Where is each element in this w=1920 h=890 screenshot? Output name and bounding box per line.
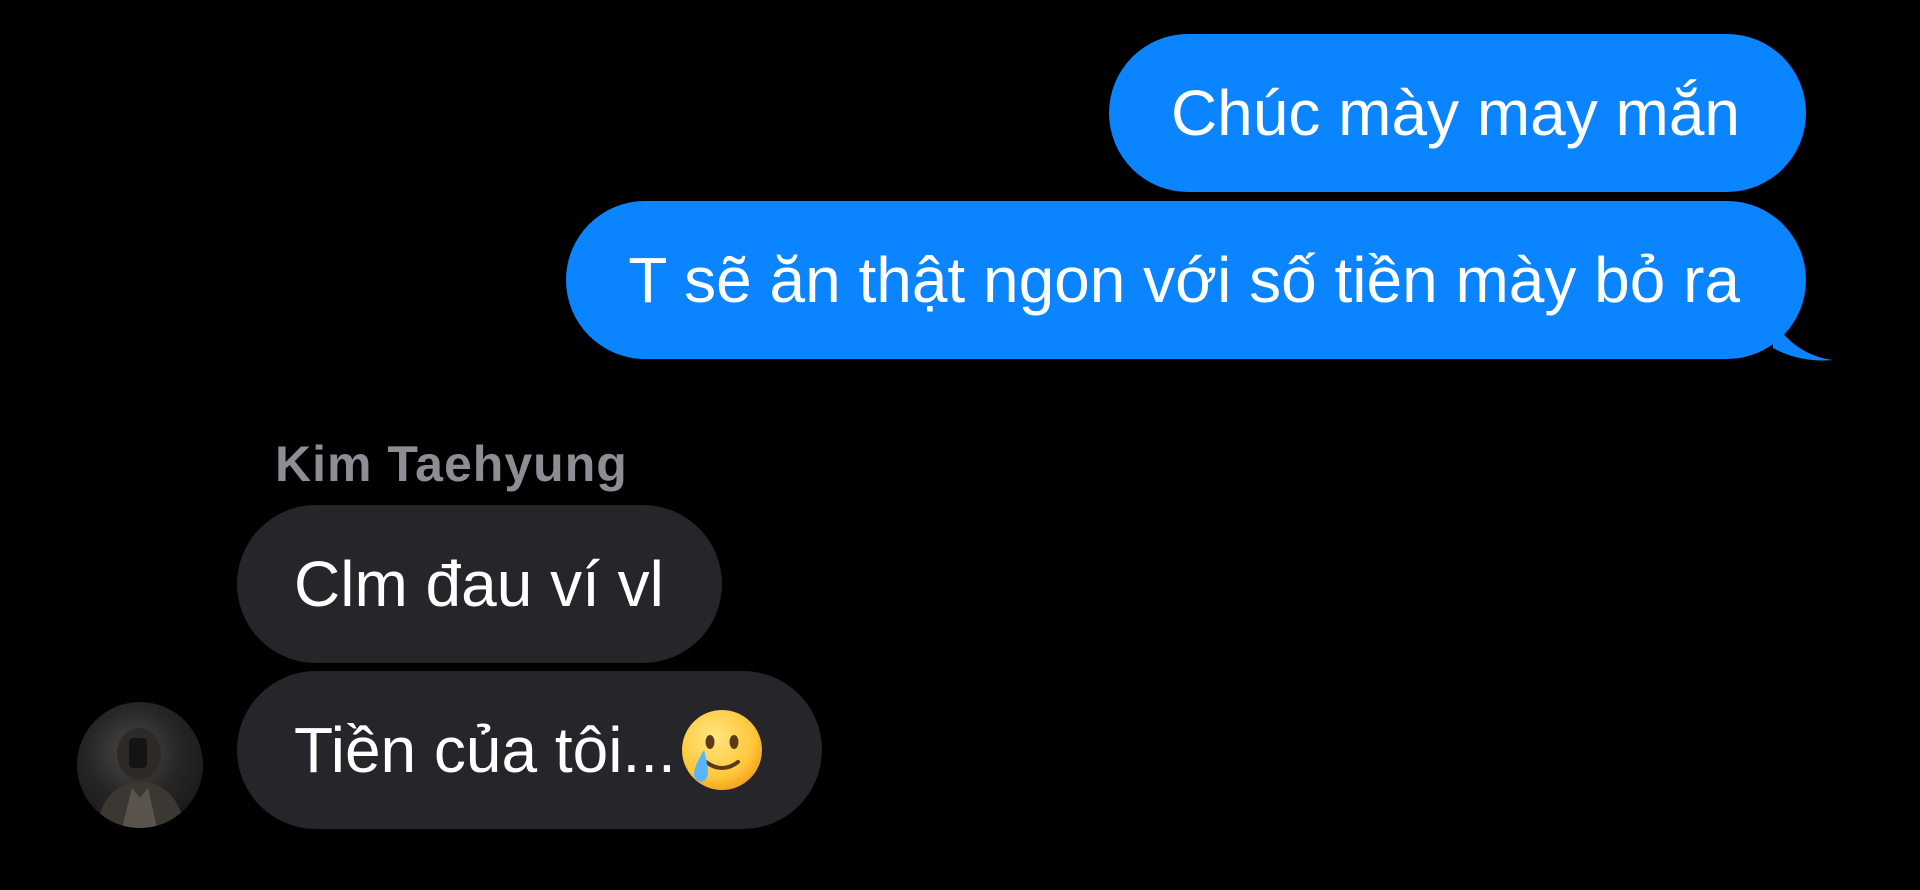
incoming-message-text: Tiền của tôi... <box>294 714 676 786</box>
message-thread: Chúc mày may mắn T sẽ ăn thật ngon với s… <box>0 0 1920 890</box>
bubble-tail-icon <box>1773 318 1833 361</box>
outgoing-message-text: Chúc mày may mắn <box>1170 77 1740 149</box>
avatar-photo-icon <box>97 728 185 828</box>
incoming-message-text: Clm đau ví vl <box>294 548 664 620</box>
smiling-face-with-tear-icon <box>681 710 762 790</box>
incoming-message-bubble[interactable]: Clm đau ví vl <box>237 505 722 663</box>
contact-avatar[interactable] <box>77 702 203 828</box>
sender-name: Kim Taehyung <box>275 436 628 492</box>
outgoing-message-text: T sẽ ăn thật ngon với số tiền mày bỏ ra <box>628 244 1740 316</box>
outgoing-message-bubble[interactable]: T sẽ ăn thật ngon với số tiền mày bỏ ra <box>566 201 1806 359</box>
incoming-message-bubble[interactable]: Tiền của tôi... <box>237 671 822 829</box>
outgoing-message-bubble[interactable]: Chúc mày may mắn <box>1108 34 1806 192</box>
